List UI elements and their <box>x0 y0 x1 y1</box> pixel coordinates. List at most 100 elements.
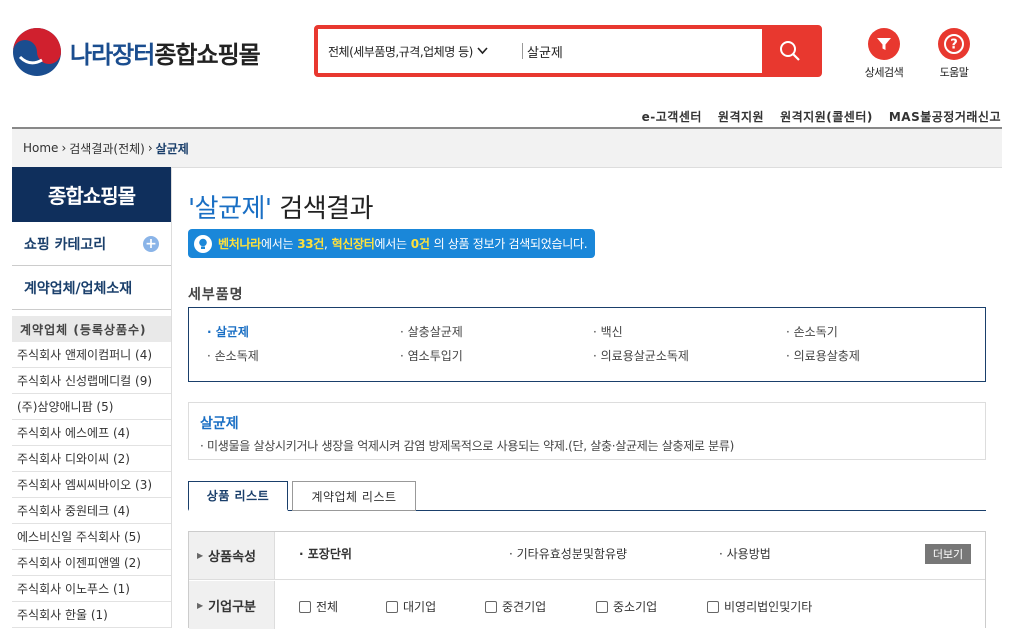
attr-packaging-unit[interactable]: · 포장단위 <box>299 545 352 562</box>
vendor-item[interactable]: 주식회사 엠씨씨바이오 (3) <box>12 472 171 498</box>
checkbox-box[interactable] <box>485 600 497 613</box>
chevron-down-icon <box>477 45 488 58</box>
vendor-item[interactable]: 주식회사 이노푸스 (1) <box>12 576 171 602</box>
sub-item-chlorinator[interactable]: · 염소투입기 <box>400 347 463 364</box>
tab-product-list[interactable]: 상품 리스트 <box>188 481 288 511</box>
logo-text-naraj: 나라장터 <box>70 40 155 69</box>
notice-site-innovation[interactable]: 혁신장터 <box>332 235 375 252</box>
notice-count-venture: 33건 <box>297 237 325 251</box>
sub-item-label: 살균제 <box>215 325 249 339</box>
definition-text: · 미생물을 살상시키거나 생장을 억제시켜 감염 방제목적으로 사용되는 약제… <box>200 439 735 453</box>
notice-tail: 의 상품 정보가 검색되었습니다. <box>433 237 588 251</box>
sub-item-medical-disinfectant[interactable]: · 의료용살균소독제 <box>593 347 689 364</box>
vendor-item[interactable]: (주)삼양애니팜 (5) <box>12 394 171 420</box>
notice-count-innovation: 0건 <box>410 237 430 251</box>
lightbulb-icon <box>194 234 212 253</box>
sub-item-vaccine[interactable]: · 백신 <box>593 323 623 340</box>
sidebar-item-vendor-location[interactable]: 계약업체/업체소재 <box>12 266 171 310</box>
notice-site-venture[interactable]: 벤처나라 <box>218 235 261 252</box>
sub-item-label: 손소독제 <box>214 349 259 363</box>
vendor-item[interactable]: 주식회사 앤제이컴퍼니 (4) <box>12 342 171 368</box>
search-scope-select[interactable]: 전체(세부품명,규격,업체명 등) <box>318 43 518 60</box>
filter-icon <box>868 28 900 60</box>
vendor-list-header: 계약업체 (등록상품수) <box>12 316 171 342</box>
more-button[interactable]: 더보기 <box>925 544 971 564</box>
utility-links: e-고객센터 원격지원 원격지원(콜센터) MAS불공정거래신고 <box>642 108 1001 125</box>
filter-label-text: 기업구분 <box>208 599 256 615</box>
vendor-item[interactable]: 주식회사 디와이씨 (2) <box>12 446 171 472</box>
breadcrumb-current: 살균제 <box>155 141 189 156</box>
sub-item-label: 손소독기 <box>793 325 838 339</box>
checkbox-label: 전체 <box>316 600 339 614</box>
breadcrumb: Home › 검색결과(전체) › 살균제 <box>12 129 1002 167</box>
notice-text: 에서는 <box>260 237 294 251</box>
vendor-item[interactable]: 주식회사 에스에프 (4) <box>12 420 171 446</box>
checkbox-label: 비영리법인및기타 <box>724 600 813 614</box>
checkbox-large-company[interactable]: 대기업 <box>386 598 436 615</box>
checkbox-nonprofit[interactable]: 비영리법인및기타 <box>707 598 812 615</box>
search-keyword: '살균제' <box>188 194 272 224</box>
checkbox-box[interactable] <box>386 600 398 613</box>
site-logo[interactable]: 나라장터종합쇼핑몰 <box>12 26 302 78</box>
detail-search-button[interactable]: 상세검색 <box>854 28 914 82</box>
checkbox-label: 대기업 <box>403 600 437 614</box>
sub-item-medical-insecticide[interactable]: · 의료용살충제 <box>786 347 860 364</box>
logo-text-mall: 종합쇼핑몰 <box>154 40 260 69</box>
vendor-item[interactable]: 주식회사 이젠피앤엘 (2) <box>12 550 171 576</box>
checkbox-box[interactable] <box>596 600 608 613</box>
checkbox-small-company[interactable]: 중소기업 <box>596 598 657 615</box>
checkbox-box[interactable] <box>299 600 311 613</box>
util-link-mas-report[interactable]: MAS불공정거래신고 <box>889 108 1001 125</box>
filter-label-text: 상품속성 <box>208 550 256 565</box>
question-mark-icon: ? <box>938 28 970 60</box>
search-button[interactable] <box>762 29 818 73</box>
chevron-right-icon: › <box>61 141 67 155</box>
attr-usage[interactable]: · 사용방법 <box>719 545 771 562</box>
sub-item-sterilizer[interactable]: · 살균제 <box>207 323 249 340</box>
page-title-suffix: 검색결과 <box>279 194 374 224</box>
sub-item-label: 의료용살충제 <box>793 349 860 363</box>
search-icon <box>780 41 800 61</box>
vendor-item[interactable]: 주식회사 중원테크 (4) <box>12 498 171 524</box>
notice-text: 에서는 <box>374 237 408 251</box>
sub-item-hand-sanitizer[interactable]: · 손소독제 <box>207 347 259 364</box>
vendor-item[interactable]: 에스비신일 주식회사 (5) <box>12 524 171 550</box>
search-bar: 전체(세부품명,규격,업체명 등) <box>314 25 822 77</box>
triangle-right-icon: ▶ <box>197 551 204 560</box>
filter-table: ▶ 상품속성 · 포장단위 · 기타유효성분및함유량 · 사용방법 더보기 ▶ 기업… <box>188 531 986 629</box>
vendor-item[interactable]: 주식회사 한울 (1) <box>12 602 171 628</box>
attr-label: 기타유효성분및함유량 <box>516 547 628 561</box>
util-link-remote-support[interactable]: 원격지원 <box>718 108 764 125</box>
sub-item-label: 염소투입기 <box>407 349 463 363</box>
filter-label: ▶ 기업구분 <box>189 581 275 629</box>
sub-item-label: 백신 <box>600 325 623 339</box>
checkbox-mid-company[interactable]: 중견기업 <box>485 598 546 615</box>
definition-text-body: 미생물을 살상시키거나 생장을 억제시켜 감염 방제목적으로 사용되는 약제.(… <box>207 439 735 453</box>
page-title: '살균제' 검색결과 <box>188 188 374 225</box>
checkbox-label: 중소기업 <box>613 600 658 614</box>
plus-icon[interactable]: + <box>143 235 159 252</box>
util-link-e-customer-center[interactable]: e-고객센터 <box>642 108 702 125</box>
attr-label: 포장단위 <box>307 547 352 561</box>
attr-active-ingredient[interactable]: · 기타유효성분및함유량 <box>509 545 627 562</box>
sub-item-hand-sanitizer-device[interactable]: · 손소독기 <box>786 323 838 340</box>
breadcrumb-search-results[interactable]: 검색결과(전체) <box>69 140 145 157</box>
chevron-right-icon: › <box>147 141 153 155</box>
help-button[interactable]: ? 도움말 <box>924 28 984 82</box>
sidebar-item-shopping-category[interactable]: 쇼핑 카테고리 + <box>12 222 171 266</box>
checkbox-box[interactable] <box>707 600 719 613</box>
taegeuk-emblem-icon <box>13 28 61 76</box>
sidebar-item-label: 계약업체/업체소재 <box>24 280 133 297</box>
breadcrumb-home[interactable]: Home <box>23 141 58 155</box>
vendor-item[interactable]: 주식회사 신성랩메디컬 (9) <box>12 368 171 394</box>
sub-item-insecticide-sterilizer[interactable]: · 살충살균제 <box>400 323 463 340</box>
checkbox-all[interactable]: 전체 <box>299 598 338 615</box>
util-link-remote-support-call[interactable]: 원격지원(콜센터) <box>780 108 873 125</box>
tab-vendor-list[interactable]: 계약업체 리스트 <box>292 481 416 511</box>
filter-label: ▶ 상품속성 <box>189 532 275 579</box>
search-input[interactable] <box>527 29 762 73</box>
sub-item-label: 살충살균제 <box>407 325 463 339</box>
sub-items-box: · 살균제 · 살충살균제 · 백신 · 손소독기 · 손소독제 · 염소투입기… <box>188 307 986 382</box>
definition-box: 살균제 · 미생물을 살상시키거나 생장을 억제시켜 감염 방제목적으로 사용되… <box>188 402 986 460</box>
checkbox-label: 중견기업 <box>502 600 547 614</box>
